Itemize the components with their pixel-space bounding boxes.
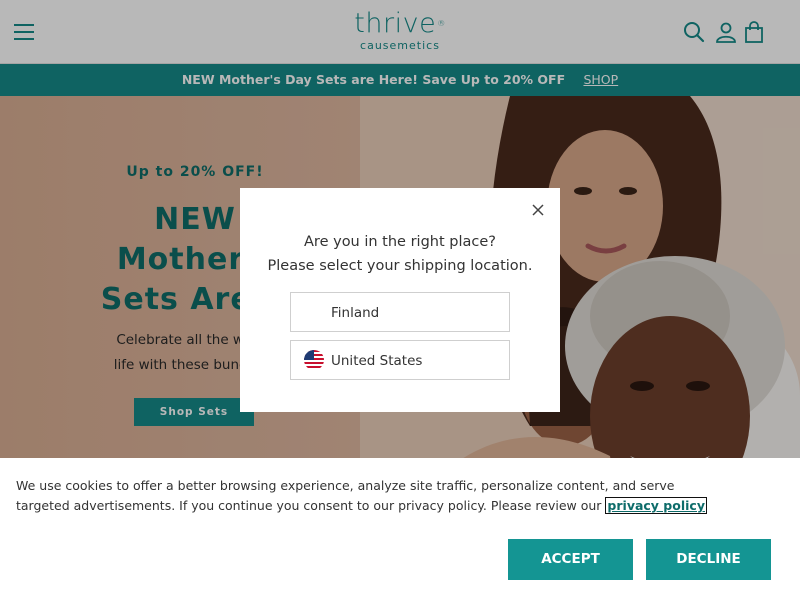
- accept-cookies-button[interactable]: ACCEPT: [508, 539, 633, 580]
- us-flag-icon: [304, 350, 324, 370]
- country-label: Finland: [331, 305, 380, 321]
- country-option-united-states[interactable]: United States: [290, 340, 510, 380]
- country-label: United States: [331, 353, 423, 369]
- country-option-finland[interactable]: Finland: [290, 292, 510, 332]
- decline-cookies-button[interactable]: DECLINE: [646, 539, 771, 580]
- cookie-banner: We use cookies to offer a better browsin…: [0, 458, 800, 600]
- cookie-text: We use cookies to offer a better browsin…: [16, 478, 675, 513]
- close-icon[interactable]: [530, 202, 546, 218]
- cookie-message: We use cookies to offer a better browsin…: [16, 476, 716, 516]
- modal-question: Are you in the right place? Please selec…: [240, 230, 560, 278]
- modal-question-line: Are you in the right place?: [304, 234, 496, 250]
- modal-question-line: Please select your shipping location.: [267, 258, 533, 274]
- location-modal: Are you in the right place? Please selec…: [240, 188, 560, 412]
- privacy-policy-link[interactable]: privacy policy: [605, 497, 707, 514]
